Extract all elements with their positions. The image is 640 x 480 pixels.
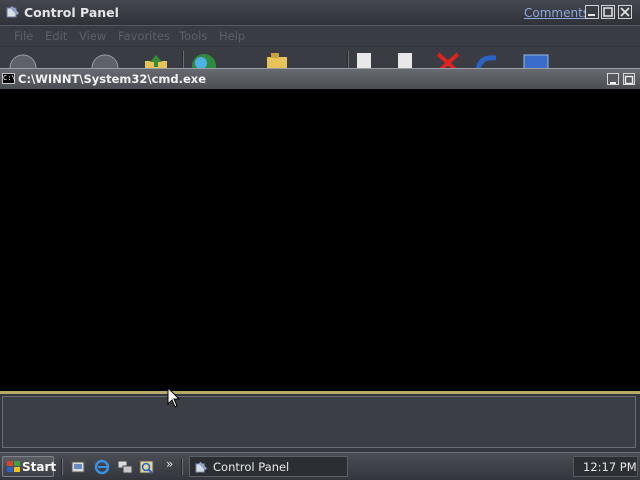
maximize-icon [603, 7, 613, 17]
mouse-cursor-icon [167, 387, 181, 408]
menu-file[interactable]: File [14, 29, 33, 43]
minimize-icon [588, 14, 595, 16]
minimize-icon [610, 82, 616, 84]
search-icon[interactable] [139, 459, 155, 475]
window-title: Control Panel [24, 5, 119, 20]
back-icon[interactable] [8, 53, 38, 69]
search-globe-icon[interactable] [190, 52, 220, 69]
start-button[interactable]: Start [2, 456, 57, 477]
cmd-window-title: C:\WINNT\System32\cmd.exe [18, 72, 207, 86]
taskbar-separator [181, 458, 183, 475]
menu-view[interactable]: View [79, 29, 106, 43]
show-desktop-icon[interactable] [70, 459, 86, 475]
maximize-button[interactable] [601, 5, 615, 19]
forward-icon[interactable] [90, 53, 120, 69]
close-button[interactable] [618, 5, 632, 19]
taskbar-item-label: Control Panel [213, 460, 290, 474]
toolbar-separator [347, 51, 349, 68]
taskbar-separator [61, 458, 63, 475]
taskbar: Start » Control Panel 12:17 PM [0, 452, 640, 480]
menu-favorites[interactable]: Favorites [118, 29, 170, 43]
taskbar-item-control-panel[interactable]: Control Panel [189, 456, 348, 477]
cmd-minimize-button[interactable] [607, 73, 619, 85]
up-folder-icon[interactable] [142, 53, 172, 69]
menu-help[interactable]: Help [219, 29, 245, 43]
cmd-console-area[interactable] [0, 89, 640, 391]
delete-icon[interactable] [436, 52, 462, 69]
menu-edit[interactable]: Edit [45, 29, 67, 43]
cmd-titlebar[interactable]: C:\ C:\WINNT\System32\cmd.exe [0, 68, 640, 89]
toolbar-separator [182, 51, 184, 68]
control-panel-icon [6, 6, 19, 18]
toolbar [0, 47, 640, 69]
windows-flag-icon [7, 461, 20, 472]
copy-to-icon[interactable] [396, 51, 422, 69]
close-icon [620, 7, 630, 17]
clock[interactable]: 12:17 PM [583, 460, 637, 474]
views-icon[interactable] [522, 53, 552, 69]
cmd-window: C:\ C:\WINNT\System32\cmd.exe [0, 68, 640, 394]
maximize-icon [624, 75, 634, 85]
more-quick-launch-button[interactable]: » [166, 457, 173, 471]
move-to-icon[interactable] [356, 52, 378, 69]
details-pane [2, 396, 636, 448]
menu-tools[interactable]: Tools [179, 29, 207, 43]
undo-icon[interactable] [474, 52, 504, 69]
control-panel-icon [195, 461, 208, 473]
cmd-window-border[interactable] [0, 391, 640, 394]
system-tray: 12:17 PM [573, 456, 638, 477]
control-panel-titlebar[interactable]: Control Panel Comments? [0, 0, 640, 26]
network-icon[interactable] [117, 459, 133, 475]
start-label: Start [22, 460, 57, 474]
cmd-icon: C:\ [2, 73, 16, 84]
minimize-button[interactable] [585, 5, 599, 19]
cmd-maximize-button[interactable] [623, 73, 635, 85]
menu-bar: File Edit View Favorites Tools Help [0, 26, 640, 72]
folders-icon[interactable] [265, 53, 295, 69]
internet-explorer-icon[interactable] [94, 459, 110, 475]
